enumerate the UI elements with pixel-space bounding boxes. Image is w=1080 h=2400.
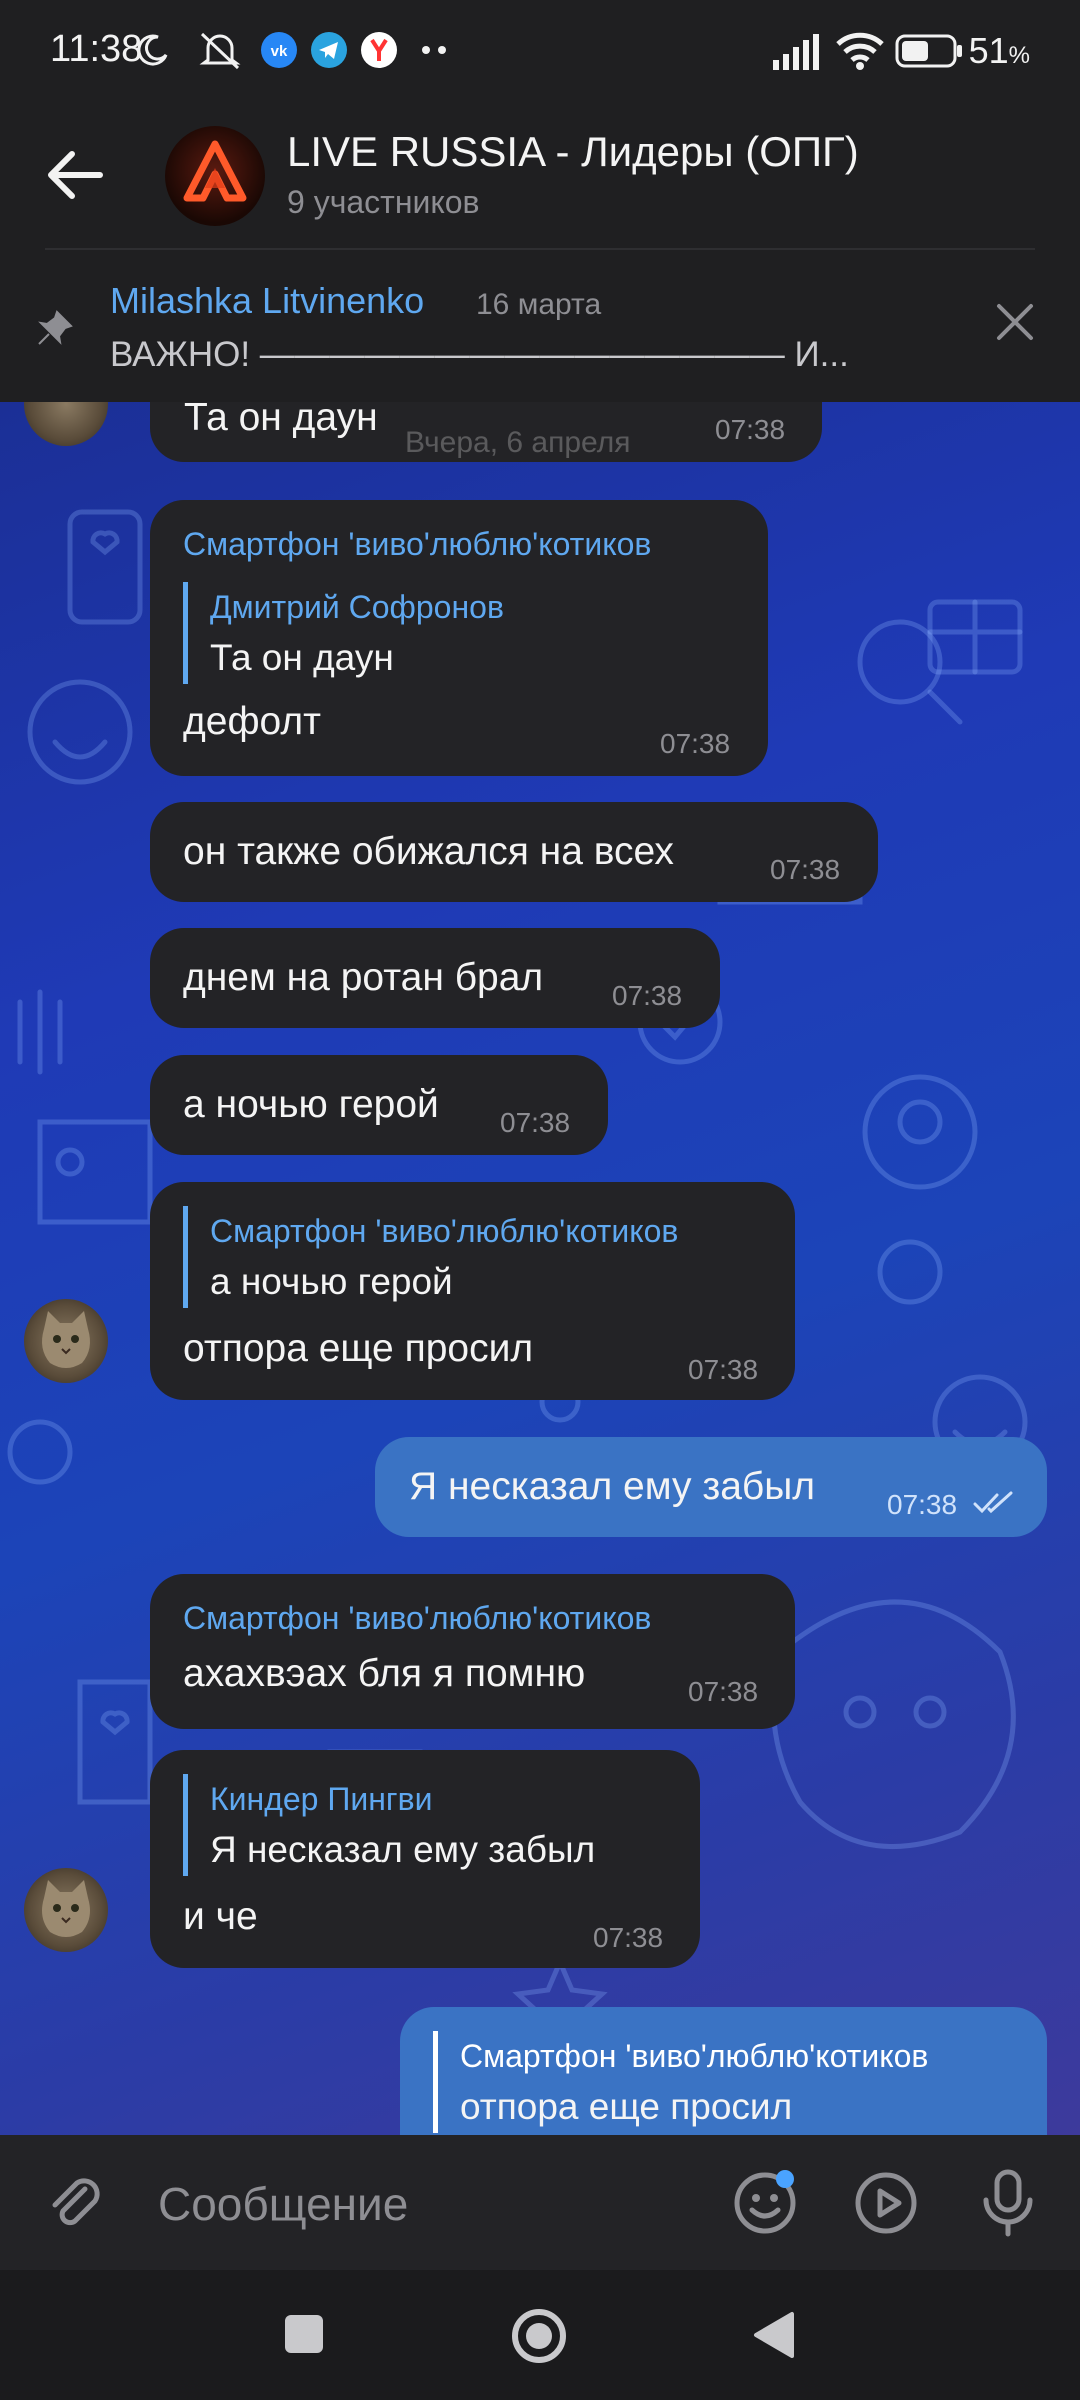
message-bubble[interactable]: Смартфон 'виво'люблю'котиков Дмитрий Соф…: [150, 500, 768, 776]
message-text: а ночью герой: [183, 1083, 439, 1126]
battery-value: 51: [968, 30, 1009, 71]
close-icon[interactable]: [995, 302, 1035, 342]
user-avatar[interactable]: [24, 1868, 108, 1952]
emoji-new-badge: [776, 2170, 794, 2188]
message-bubble[interactable]: Смартфон 'виво'люблю'котиков а ночью гер…: [150, 1182, 795, 1400]
quote-author: Смартфон 'виво'люблю'котиков: [460, 2038, 929, 2074]
message-time: 07:38: [593, 1922, 664, 1953]
mute-icon: [199, 32, 241, 70]
quote-author: Киндер Пингви: [210, 1781, 433, 1817]
pinned-author: Milashka Litvinenko: [110, 280, 425, 321]
message-bubble[interactable]: днем на ротан брал 07:38: [150, 928, 720, 1028]
battery-percent: 51%: [969, 30, 1030, 72]
member-count[interactable]: 9 участников: [287, 184, 480, 221]
message-sender: Смартфон 'виво'люблю'котиков: [183, 526, 652, 562]
pinned-text: ВАЖНО! ——————————————— И...: [110, 335, 849, 374]
attach-icon[interactable]: [45, 2173, 105, 2233]
yandex-icon: [361, 32, 397, 68]
date-divider: Вчера, 6 апреля: [405, 426, 631, 459]
pinned-date: 16 марта: [476, 288, 602, 321]
message-bubble[interactable]: а ночью герой 07:38: [150, 1055, 608, 1155]
telegram-icon: [311, 32, 347, 68]
status-bar: 11:38 vk 51%: [0, 0, 1080, 100]
reply-quote[interactable]: Смартфон 'виво'люблю'котиков отпора еще …: [433, 2031, 928, 2133]
group-logo-icon: [183, 140, 247, 202]
microphone-icon[interactable]: [978, 2168, 1038, 2238]
reply-quote[interactable]: Киндер Пингви Я несказал ему забыл: [183, 1774, 595, 1876]
user-avatar[interactable]: [24, 1299, 108, 1383]
chat-title[interactable]: LIVE RUSSIA - Лидеры (ОПГ): [287, 128, 859, 176]
message-bubble[interactable]: он также обижался на всех 07:38: [150, 802, 878, 902]
pinned-message-bar[interactable]: Milashka Litvinenko 16 марта ВАЖНО! ————…: [0, 250, 1080, 402]
quote-text: Я несказал ему забыл: [210, 1829, 596, 1870]
signal-icon: [773, 34, 819, 70]
wifi-icon: [836, 32, 884, 70]
message-text: ахахвэах бля я помню: [183, 1652, 586, 1695]
message-time: 07:38: [715, 414, 786, 445]
home-button[interactable]: [510, 2307, 568, 2365]
reply-quote[interactable]: Дмитрий Софронов Та он даун: [183, 582, 504, 684]
chat-header: LIVE RUSSIA - Лидеры (ОПГ) 9 участников: [0, 100, 1080, 250]
message-bubble-outgoing[interactable]: Смартфон 'виво'люблю'котиков отпора еще …: [400, 2007, 1047, 2135]
more-dots-icon: [422, 46, 446, 54]
message-time: 07:38: [688, 1354, 759, 1385]
reply-quote[interactable]: Смартфон 'виво'люблю'котиков а ночью гер…: [183, 1206, 678, 1308]
message-time: 07:38: [612, 980, 683, 1011]
quote-author: Смартфон 'виво'люблю'котиков: [210, 1213, 679, 1249]
quote-text: а ночью герой: [210, 1261, 453, 1302]
recents-button[interactable]: [285, 2315, 323, 2353]
message-input-bar: Сообщение: [0, 2135, 1080, 2270]
message-time: 07:38: [660, 728, 731, 759]
message-bubble-outgoing[interactable]: Я несказал ему забыл 07:38: [375, 1437, 1047, 1537]
quote-text: отпора еще просил: [460, 2086, 793, 2127]
quote-text: Та он даун: [210, 637, 394, 678]
message-time: 07:38: [688, 1676, 759, 1707]
vk-icon: vk: [261, 32, 297, 68]
message-time: 07:38: [770, 854, 841, 885]
battery-unit: %: [1008, 42, 1030, 69]
message-text: отпора еще просил: [183, 1327, 534, 1370]
status-time: 11:38: [50, 28, 143, 70]
message-text: Я несказал ему забыл: [409, 1465, 816, 1508]
message-text: и че: [183, 1895, 258, 1938]
double-check-icon: [973, 1491, 1013, 1514]
message-time: 07:38: [887, 1489, 958, 1520]
message-text: дефолт: [183, 700, 321, 743]
svg-text:vk: vk: [271, 43, 288, 60]
message-bubble[interactable]: Смартфон 'виво'люблю'котиков ахахвэах бл…: [150, 1574, 795, 1729]
message-input[interactable]: Сообщение: [158, 2177, 408, 2231]
pin-icon: [38, 310, 73, 345]
message-bubble[interactable]: Киндер Пингви Я несказал ему забыл и че …: [150, 1750, 700, 1968]
battery-icon: [895, 34, 962, 68]
chat-area[interactable]: Та он даун 07:38 Вчера, 6 апреля Смартфо…: [0, 402, 1080, 2135]
moon-icon: [137, 34, 168, 66]
system-nav-bar: [0, 2270, 1080, 2400]
back-arrow-icon[interactable]: [40, 140, 110, 210]
message-text: днем на ротан брал: [183, 956, 544, 999]
message-text: Та он даун: [184, 402, 378, 439]
message-time: 07:38: [500, 1107, 571, 1138]
cat-avatar-icon: [42, 1880, 90, 1937]
video-message-icon[interactable]: [853, 2170, 919, 2236]
message-text: он также обижался на всех: [183, 830, 674, 873]
nav-back-button[interactable]: [752, 2310, 796, 2360]
cat-avatar-icon: [42, 1311, 90, 1368]
group-avatar[interactable]: [165, 126, 265, 226]
message-sender: Смартфон 'виво'люблю'котиков: [183, 1600, 652, 1636]
quote-author: Дмитрий Софронов: [210, 589, 504, 625]
